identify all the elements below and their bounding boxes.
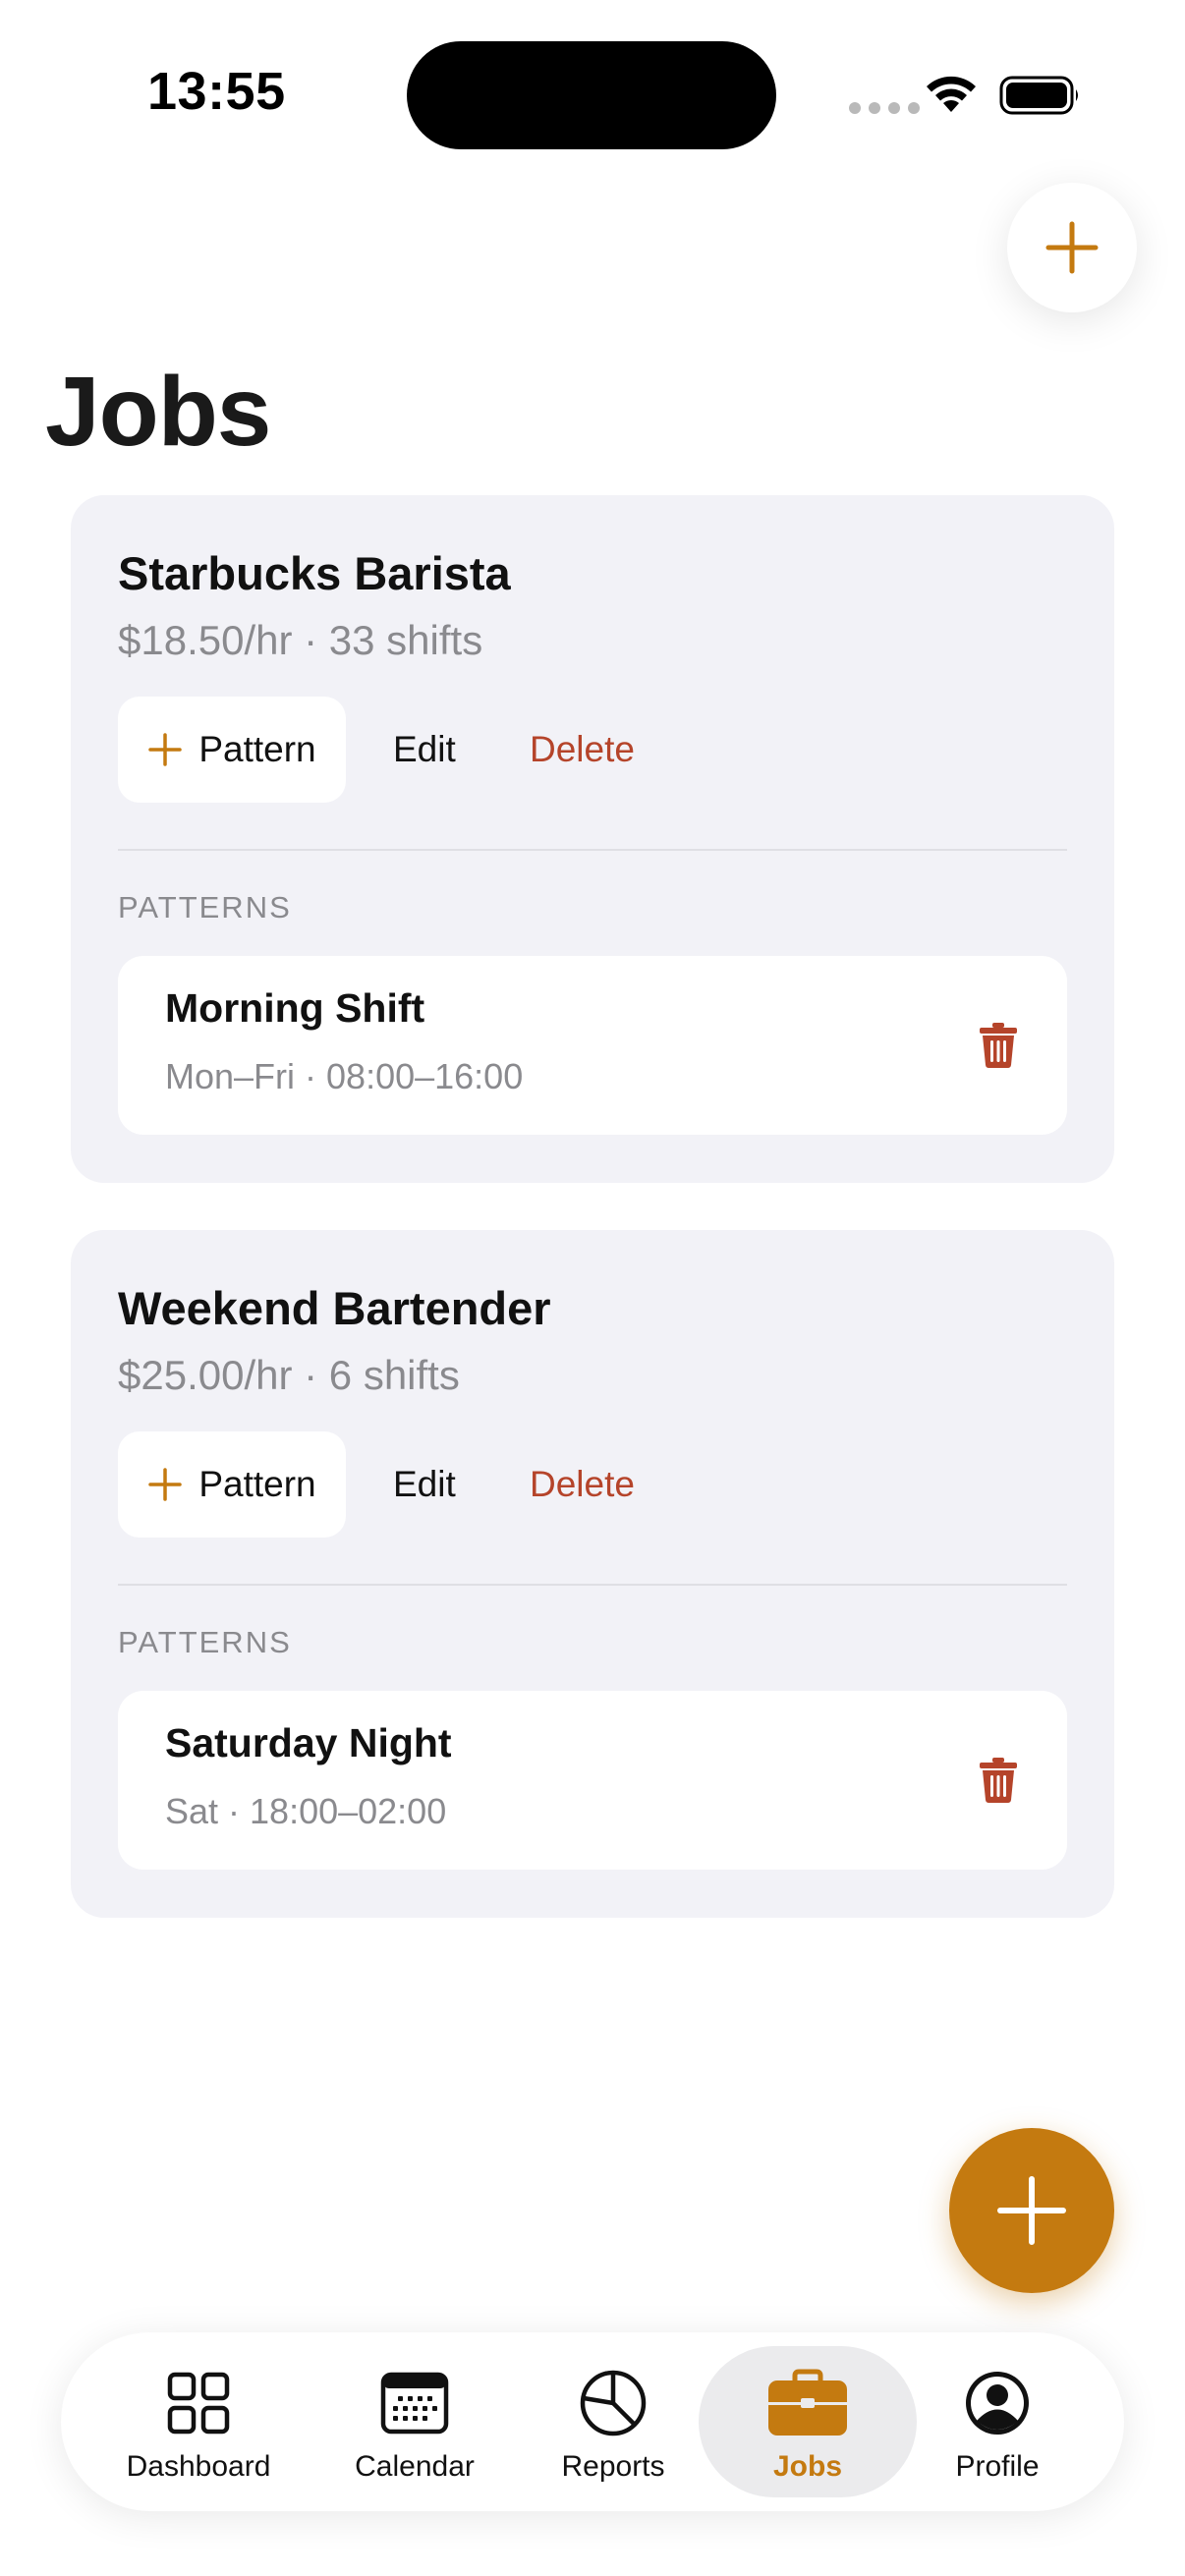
- jobs-screen: 13:55 Jobs Starbucks Barista $18.50/hr ·…: [0, 0, 1185, 2576]
- plus-icon: [148, 1468, 183, 1501]
- person-circle-icon: [963, 2368, 1032, 2438]
- trash-icon: [980, 1023, 1017, 1068]
- job-card: Starbucks Barista $18.50/hr · 33 shifts …: [71, 495, 1114, 1183]
- add-pattern-label: Pattern: [198, 729, 316, 769]
- tab-calendar[interactable]: Calendar: [316, 2346, 513, 2497]
- tab-label: Profile: [955, 2450, 1040, 2483]
- trash-icon: [980, 1758, 1017, 1803]
- add-job-button[interactable]: [1007, 183, 1137, 312]
- status-time: 13:55: [147, 62, 286, 121]
- cellular-signal-icon: [849, 102, 920, 114]
- divider: [118, 1584, 1067, 1586]
- divider: [118, 849, 1067, 851]
- tab-dashboard[interactable]: Dashboard: [100, 2346, 297, 2497]
- plus-icon: [997, 2176, 1066, 2245]
- pie-chart-icon: [579, 2368, 648, 2438]
- delete-pattern-button[interactable]: [975, 1019, 1022, 1072]
- wifi-icon: [924, 73, 979, 119]
- job-title: Starbucks Barista: [118, 547, 511, 599]
- tab-reports[interactable]: Reports: [515, 2346, 711, 2497]
- add-pattern-button[interactable]: Pattern: [118, 697, 346, 803]
- job-rate-shifts: $25.00/hr · 6 shifts: [118, 1352, 460, 1398]
- calendar-icon: [380, 2368, 449, 2438]
- briefcase-icon: [767, 2368, 848, 2438]
- page-title: Jobs: [45, 357, 271, 467]
- patterns-header: PATTERNS: [118, 1625, 292, 1659]
- tab-jobs[interactable]: Jobs: [699, 2346, 917, 2497]
- job-title: Weekend Bartender: [118, 1282, 551, 1334]
- pattern-name: Saturday Night: [165, 1720, 452, 1765]
- add-pattern-label: Pattern: [198, 1464, 316, 1504]
- plus-icon: [1045, 221, 1099, 274]
- delete-job-button[interactable]: Delete: [530, 697, 635, 803]
- job-card: Weekend Bartender $25.00/hr · 6 shifts P…: [71, 1230, 1114, 1918]
- edit-job-button[interactable]: Edit: [393, 697, 456, 803]
- tab-label: Dashboard: [126, 2450, 271, 2483]
- patterns-header: PATTERNS: [118, 890, 292, 924]
- tab-label: Jobs: [772, 2450, 843, 2483]
- edit-job-button[interactable]: Edit: [393, 1431, 456, 1538]
- floating-add-button[interactable]: [949, 2128, 1114, 2293]
- tab-profile[interactable]: Profile: [899, 2346, 1096, 2497]
- pattern-schedule: Sat · 18:00–02:00: [165, 1791, 447, 1831]
- plus-icon: [148, 733, 183, 766]
- pattern-schedule: Mon–Fri · 08:00–16:00: [165, 1056, 524, 1096]
- job-rate-shifts: $18.50/hr · 33 shifts: [118, 617, 483, 663]
- tab-label: Calendar: [355, 2450, 475, 2483]
- dynamic-island: [407, 41, 776, 149]
- pattern-item[interactable]: Morning Shift Mon–Fri · 08:00–16:00: [118, 956, 1067, 1135]
- delete-pattern-button[interactable]: [975, 1754, 1022, 1807]
- pattern-name: Morning Shift: [165, 985, 425, 1031]
- battery-icon: [999, 75, 1082, 121]
- tab-bar: Dashboard Calendar Reports Jobs Profile: [61, 2332, 1124, 2511]
- pattern-item[interactable]: Saturday Night Sat · 18:00–02:00: [118, 1691, 1067, 1870]
- delete-job-button[interactable]: Delete: [530, 1431, 635, 1538]
- grid-icon: [166, 2368, 231, 2438]
- tab-label: Reports: [561, 2450, 665, 2483]
- add-pattern-button[interactable]: Pattern: [118, 1431, 346, 1538]
